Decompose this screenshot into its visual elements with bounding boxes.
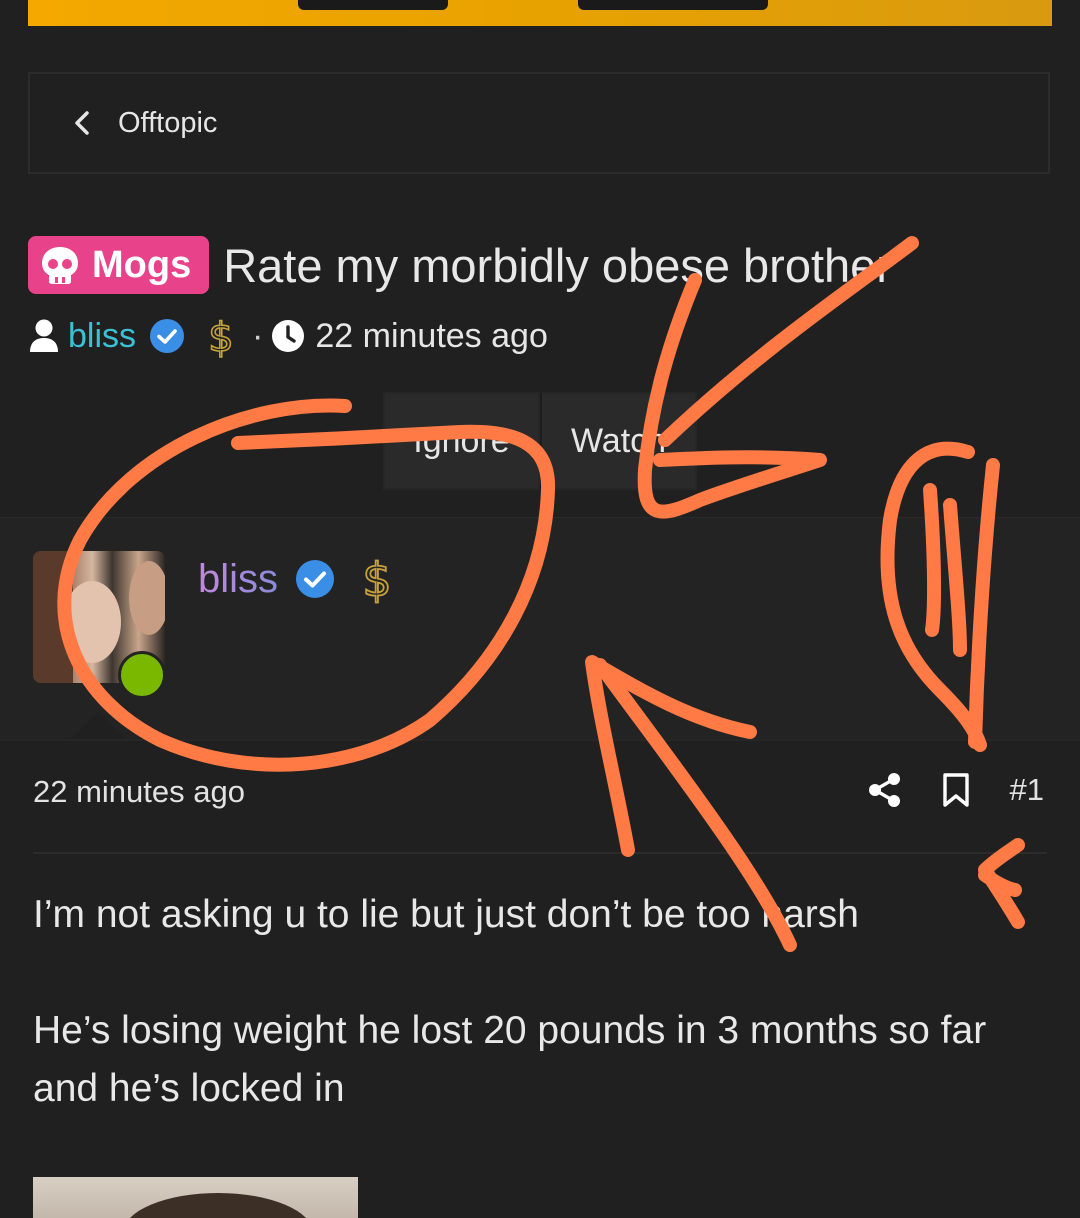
thread-prefix-badge[interactable]: Mogs (28, 236, 210, 294)
thread-author-link[interactable]: bliss (68, 317, 136, 356)
bookmark-icon[interactable] (942, 772, 970, 808)
post-author-name[interactable]: bliss (198, 557, 278, 602)
verified-badge-icon (294, 558, 336, 600)
breadcrumb[interactable]: Offtopic (28, 72, 1050, 174)
watch-button[interactable]: Watch (540, 392, 697, 490)
dollar-icon: $ (204, 314, 238, 358)
online-status-indicator (118, 651, 166, 699)
post-header-pointer (70, 712, 126, 740)
post-header-divider (0, 739, 1080, 741)
svg-text:$: $ (208, 315, 233, 358)
post-author: bliss $ (198, 554, 396, 604)
thread-title: Rate my morbidly obese brother (223, 238, 892, 292)
skull-icon (38, 243, 82, 287)
clock-icon (271, 319, 305, 353)
svg-text:$: $ (362, 554, 391, 604)
post-number-link[interactable]: #1 (1010, 772, 1044, 808)
thread-title-row: Mogs Rate my morbidly obese brother (28, 236, 892, 294)
thread-time: 22 minutes ago (315, 316, 548, 355)
dollar-icon: $ (358, 554, 396, 604)
breadcrumb-label: Offtopic (118, 106, 218, 139)
thread-prefix-label: Mogs (92, 243, 192, 286)
verified-badge-icon (148, 317, 186, 355)
post-paragraph: He’s losing weight he lost 20 pounds in … (33, 1009, 987, 1110)
user-icon (28, 318, 60, 354)
post-time[interactable]: 22 minutes ago (33, 774, 245, 810)
meta-separator: · (252, 316, 264, 355)
post-paragraph: I’m not asking u to lie but just don’t b… (33, 893, 859, 936)
post-body: I’m not asking u to lie but just don’t b… (33, 886, 1053, 1176)
thread-meta: bliss $ · 22 minutes ago (28, 314, 548, 358)
ignore-button[interactable]: Ignore (383, 392, 540, 490)
post-actions: #1 (868, 772, 1044, 808)
post-divider (33, 852, 1047, 854)
top-banner[interactable] (28, 0, 1052, 26)
share-icon[interactable] (868, 772, 902, 808)
thread-action-buttons: Ignore Watch (383, 392, 697, 490)
chevron-left-icon (70, 111, 94, 135)
post-image-attachment[interactable] (33, 1177, 358, 1218)
